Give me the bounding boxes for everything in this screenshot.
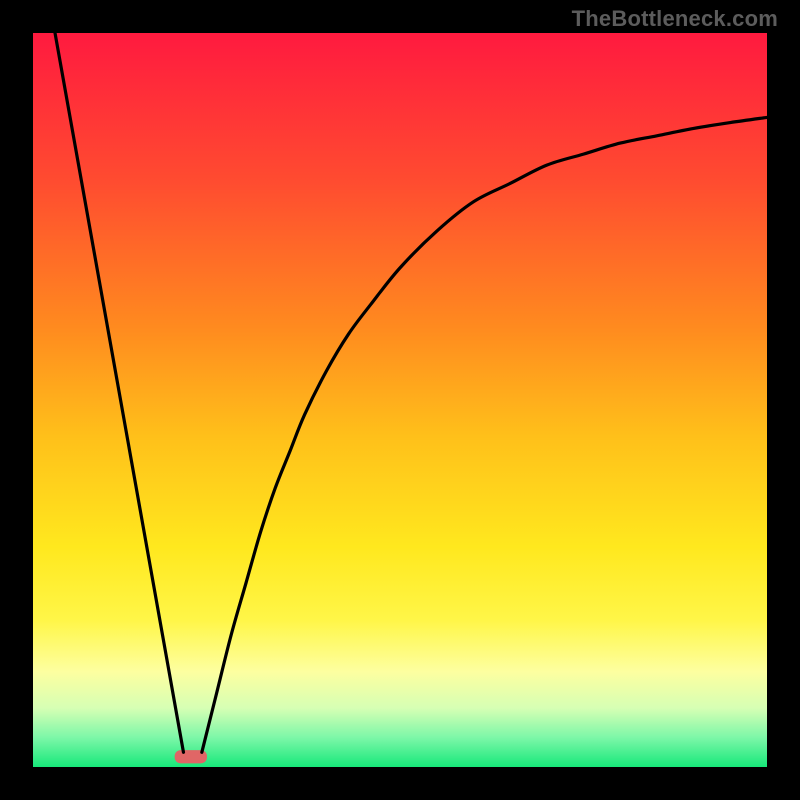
chart-background bbox=[33, 33, 767, 767]
chart-frame: TheBottleneck.com bbox=[0, 0, 800, 800]
chart-plot bbox=[33, 33, 767, 767]
watermark-text: TheBottleneck.com bbox=[572, 6, 778, 32]
